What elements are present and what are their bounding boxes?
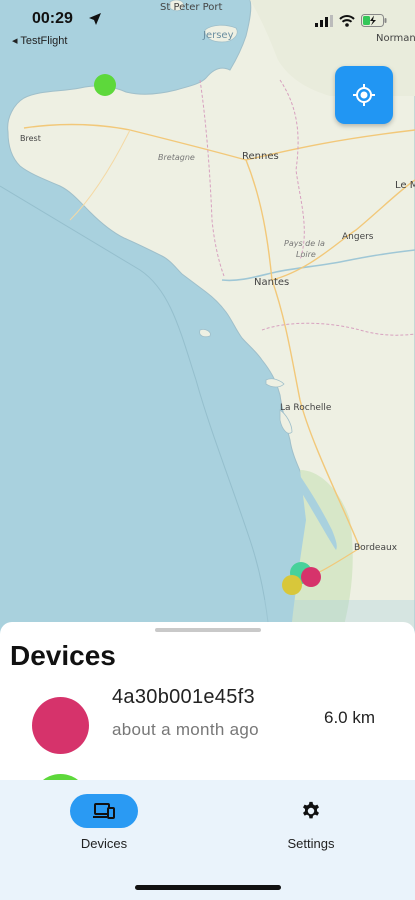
map-label-bordeaux: Bordeaux xyxy=(354,543,398,553)
location-arrow-icon xyxy=(89,13,101,25)
devices-sheet[interactable]: Devices 4a30b001e45f3 about a month ago … xyxy=(0,622,415,780)
status-indicators xyxy=(315,14,387,27)
locate-me-button[interactable] xyxy=(335,66,393,124)
map-label-bretagne: Bretagne xyxy=(158,153,195,162)
nav-settings-label: Settings xyxy=(287,836,335,851)
device-id: 4a30b001e45f3 xyxy=(112,686,255,708)
back-to-testflight-link[interactable]: ◂ TestFlight xyxy=(12,34,67,47)
device-color-avatar xyxy=(32,697,89,754)
my-location-icon xyxy=(353,84,375,106)
battery-charging-icon xyxy=(361,14,387,27)
sheet-drag-handle[interactable] xyxy=(155,628,261,632)
wifi-icon xyxy=(339,14,355,27)
nav-devices-indicator xyxy=(70,794,138,828)
device-last-seen: about a month ago xyxy=(112,720,259,739)
status-bar: 00:29 ◂ TestFlight xyxy=(0,0,415,52)
map-label-rennes: Rennes xyxy=(242,151,279,162)
nav-settings[interactable]: Settings xyxy=(241,794,381,851)
map-label-nantes: Nantes xyxy=(254,277,290,288)
cellular-signal-icon xyxy=(315,14,333,27)
devices-icon xyxy=(93,803,115,819)
home-indicator xyxy=(135,885,281,890)
nav-devices[interactable]: Devices xyxy=(34,794,174,851)
map-label-la-rochelle: La Rochelle xyxy=(280,403,332,413)
map-label-le-m: Le M xyxy=(395,180,415,191)
sheet-title: Devices xyxy=(10,640,116,671)
map-marker-green[interactable] xyxy=(94,74,116,96)
map-label-pays-de-la-loire-2: Loire xyxy=(296,250,316,259)
map-marker-yellow[interactable] xyxy=(282,575,302,595)
gear-icon xyxy=(303,801,319,819)
map-marker-magenta[interactable] xyxy=(301,567,321,587)
map-label-angers: Angers xyxy=(342,232,374,242)
map-label-brest: Brest xyxy=(20,134,41,143)
map-label-pays-de-la-loire-1: Pays de la xyxy=(284,239,325,248)
device-row[interactable] xyxy=(0,772,415,780)
nav-devices-label: Devices xyxy=(80,836,128,851)
status-time: 00:29 xyxy=(32,10,73,27)
device-distance: 6.0 km xyxy=(324,708,376,727)
bottom-navigation: Devices Settings xyxy=(0,780,415,900)
nav-settings-indicator xyxy=(277,794,345,828)
device-row[interactable]: 4a30b001e45f3 about a month ago 6.0 km xyxy=(0,686,415,776)
